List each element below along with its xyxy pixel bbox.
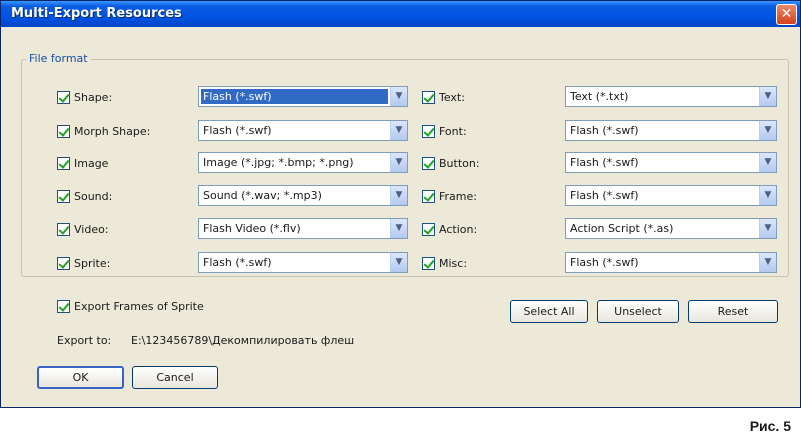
chevron-down-icon: ▼	[759, 153, 776, 172]
unselect-button[interactable]: Unselect	[597, 300, 679, 323]
figure-caption: Рис. 5	[749, 418, 791, 434]
select-frame[interactable]: Flash (*.swf) ▼	[565, 185, 777, 206]
select-value: Image (*.jpg; *.bmp; *.png)	[203, 156, 354, 169]
chevron-down-icon: ▼	[390, 153, 407, 172]
checkbox-label: Frame:	[439, 189, 477, 203]
close-button[interactable]: ✕	[776, 4, 797, 25]
select-value: Flash (*.swf)	[570, 256, 639, 269]
title-bar: Multi-Export Resources	[1, 1, 800, 27]
cancel-button[interactable]: Cancel	[132, 366, 218, 389]
select-font[interactable]: Flash (*.swf) ▼	[565, 120, 777, 141]
checkbox-label: Video:	[74, 222, 109, 236]
reset-button[interactable]: Reset	[688, 300, 778, 323]
select-value: Flash (*.swf)	[570, 124, 639, 137]
chevron-down-icon: ▼	[759, 219, 776, 238]
checkbox-label: Action:	[439, 222, 478, 236]
checkbox-font[interactable]: Font:	[422, 122, 467, 140]
select-morph-shape[interactable]: Flash (*.swf) ▼	[198, 120, 408, 141]
checkbox-sprite[interactable]: Sprite:	[57, 254, 110, 272]
checkbox-label: Font:	[439, 124, 467, 138]
select-button[interactable]: Flash (*.swf) ▼	[565, 152, 777, 173]
checkbox-label: Image	[74, 156, 109, 170]
checkbox-label: Sprite:	[74, 256, 111, 270]
checkbox-image[interactable]: Image	[57, 154, 108, 172]
select-value: Flash (*.swf)	[203, 256, 272, 269]
checkmark-icon	[57, 90, 70, 104]
checkmark-icon	[422, 156, 435, 170]
select-value: Flash (*.swf)	[570, 156, 639, 169]
chevron-down-icon: ▼	[390, 121, 407, 140]
select-shape[interactable]: Flash (*.swf) ▼	[198, 86, 408, 107]
select-action[interactable]: Action Script (*.as) ▼	[565, 218, 777, 239]
window-title: Multi-Export Resources	[11, 6, 182, 21]
checkbox-frame[interactable]: Frame:	[422, 187, 477, 205]
chevron-down-icon: ▼	[390, 186, 407, 205]
checkbox-shape[interactable]: Shape:	[57, 88, 112, 106]
checkbox-label: Export Frames of Sprite	[74, 299, 204, 313]
select-value: Flash (*.swf)	[570, 189, 639, 202]
dialog-window: Multi-Export Resources ✕ File format Sha…	[0, 0, 801, 408]
select-value: Flash (*.swf)	[203, 124, 272, 137]
file-format-legend: File format	[26, 52, 91, 65]
checkbox-export-frames[interactable]: Export Frames of Sprite	[57, 297, 204, 315]
select-value: Sound (*.wav; *.mp3)	[203, 189, 322, 202]
select-sprite[interactable]: Flash (*.swf) ▼	[198, 252, 408, 273]
chevron-down-icon: ▼	[759, 87, 776, 106]
export-to-label: Export to:	[57, 334, 112, 347]
checkbox-misc[interactable]: Misc:	[422, 254, 467, 272]
checkbox-label: Text:	[439, 90, 465, 104]
checkbox-text[interactable]: Text:	[422, 88, 465, 106]
checkmark-icon	[57, 124, 70, 138]
checkbox-video[interactable]: Video:	[57, 220, 109, 238]
select-value: Flash Video (*.flv)	[203, 222, 301, 235]
export-path: E:\123456789\Декомпилировать флеш	[131, 334, 355, 347]
close-icon: ✕	[780, 6, 793, 22]
checkmark-icon	[57, 156, 70, 170]
select-value: Action Script (*.as)	[570, 222, 674, 235]
checkbox-label: Misc:	[439, 256, 468, 270]
select-value: Text (*.txt)	[570, 90, 629, 103]
checkmark-icon	[422, 124, 435, 138]
checkbox-label: Morph Shape:	[74, 124, 151, 138]
checkbox-label: Button:	[439, 156, 480, 170]
checkbox-label: Shape:	[74, 90, 113, 104]
select-image[interactable]: Image (*.jpg; *.bmp; *.png) ▼	[198, 152, 408, 173]
chevron-down-icon: ▼	[390, 87, 407, 106]
chevron-down-icon: ▼	[390, 219, 407, 238]
checkmark-icon	[422, 90, 435, 104]
select-video[interactable]: Flash Video (*.flv) ▼	[198, 218, 408, 239]
select-misc[interactable]: Flash (*.swf) ▼	[565, 252, 777, 273]
checkmark-icon	[57, 256, 70, 270]
chevron-down-icon: ▼	[390, 253, 407, 272]
chevron-down-icon: ▼	[759, 186, 776, 205]
chevron-down-icon: ▼	[759, 121, 776, 140]
select-all-button[interactable]: Select All	[510, 300, 588, 323]
checkmark-icon	[57, 189, 70, 203]
select-text[interactable]: Text (*.txt) ▼	[565, 86, 777, 107]
checkmark-icon	[422, 256, 435, 270]
checkbox-button[interactable]: Button:	[422, 154, 480, 172]
chevron-down-icon: ▼	[759, 253, 776, 272]
checkmark-icon	[422, 222, 435, 236]
checkmark-icon	[57, 299, 70, 313]
checkbox-sound[interactable]: Sound:	[57, 187, 112, 205]
ok-button[interactable]: OK	[37, 366, 124, 389]
checkbox-action[interactable]: Action:	[422, 220, 477, 238]
checkmark-icon	[57, 222, 70, 236]
checkbox-morph-shape[interactable]: Morph Shape:	[57, 122, 150, 140]
select-value: Flash (*.swf)	[201, 89, 388, 104]
checkmark-icon	[422, 189, 435, 203]
select-sound[interactable]: Sound (*.wav; *.mp3) ▼	[198, 185, 408, 206]
checkbox-label: Sound:	[74, 189, 113, 203]
